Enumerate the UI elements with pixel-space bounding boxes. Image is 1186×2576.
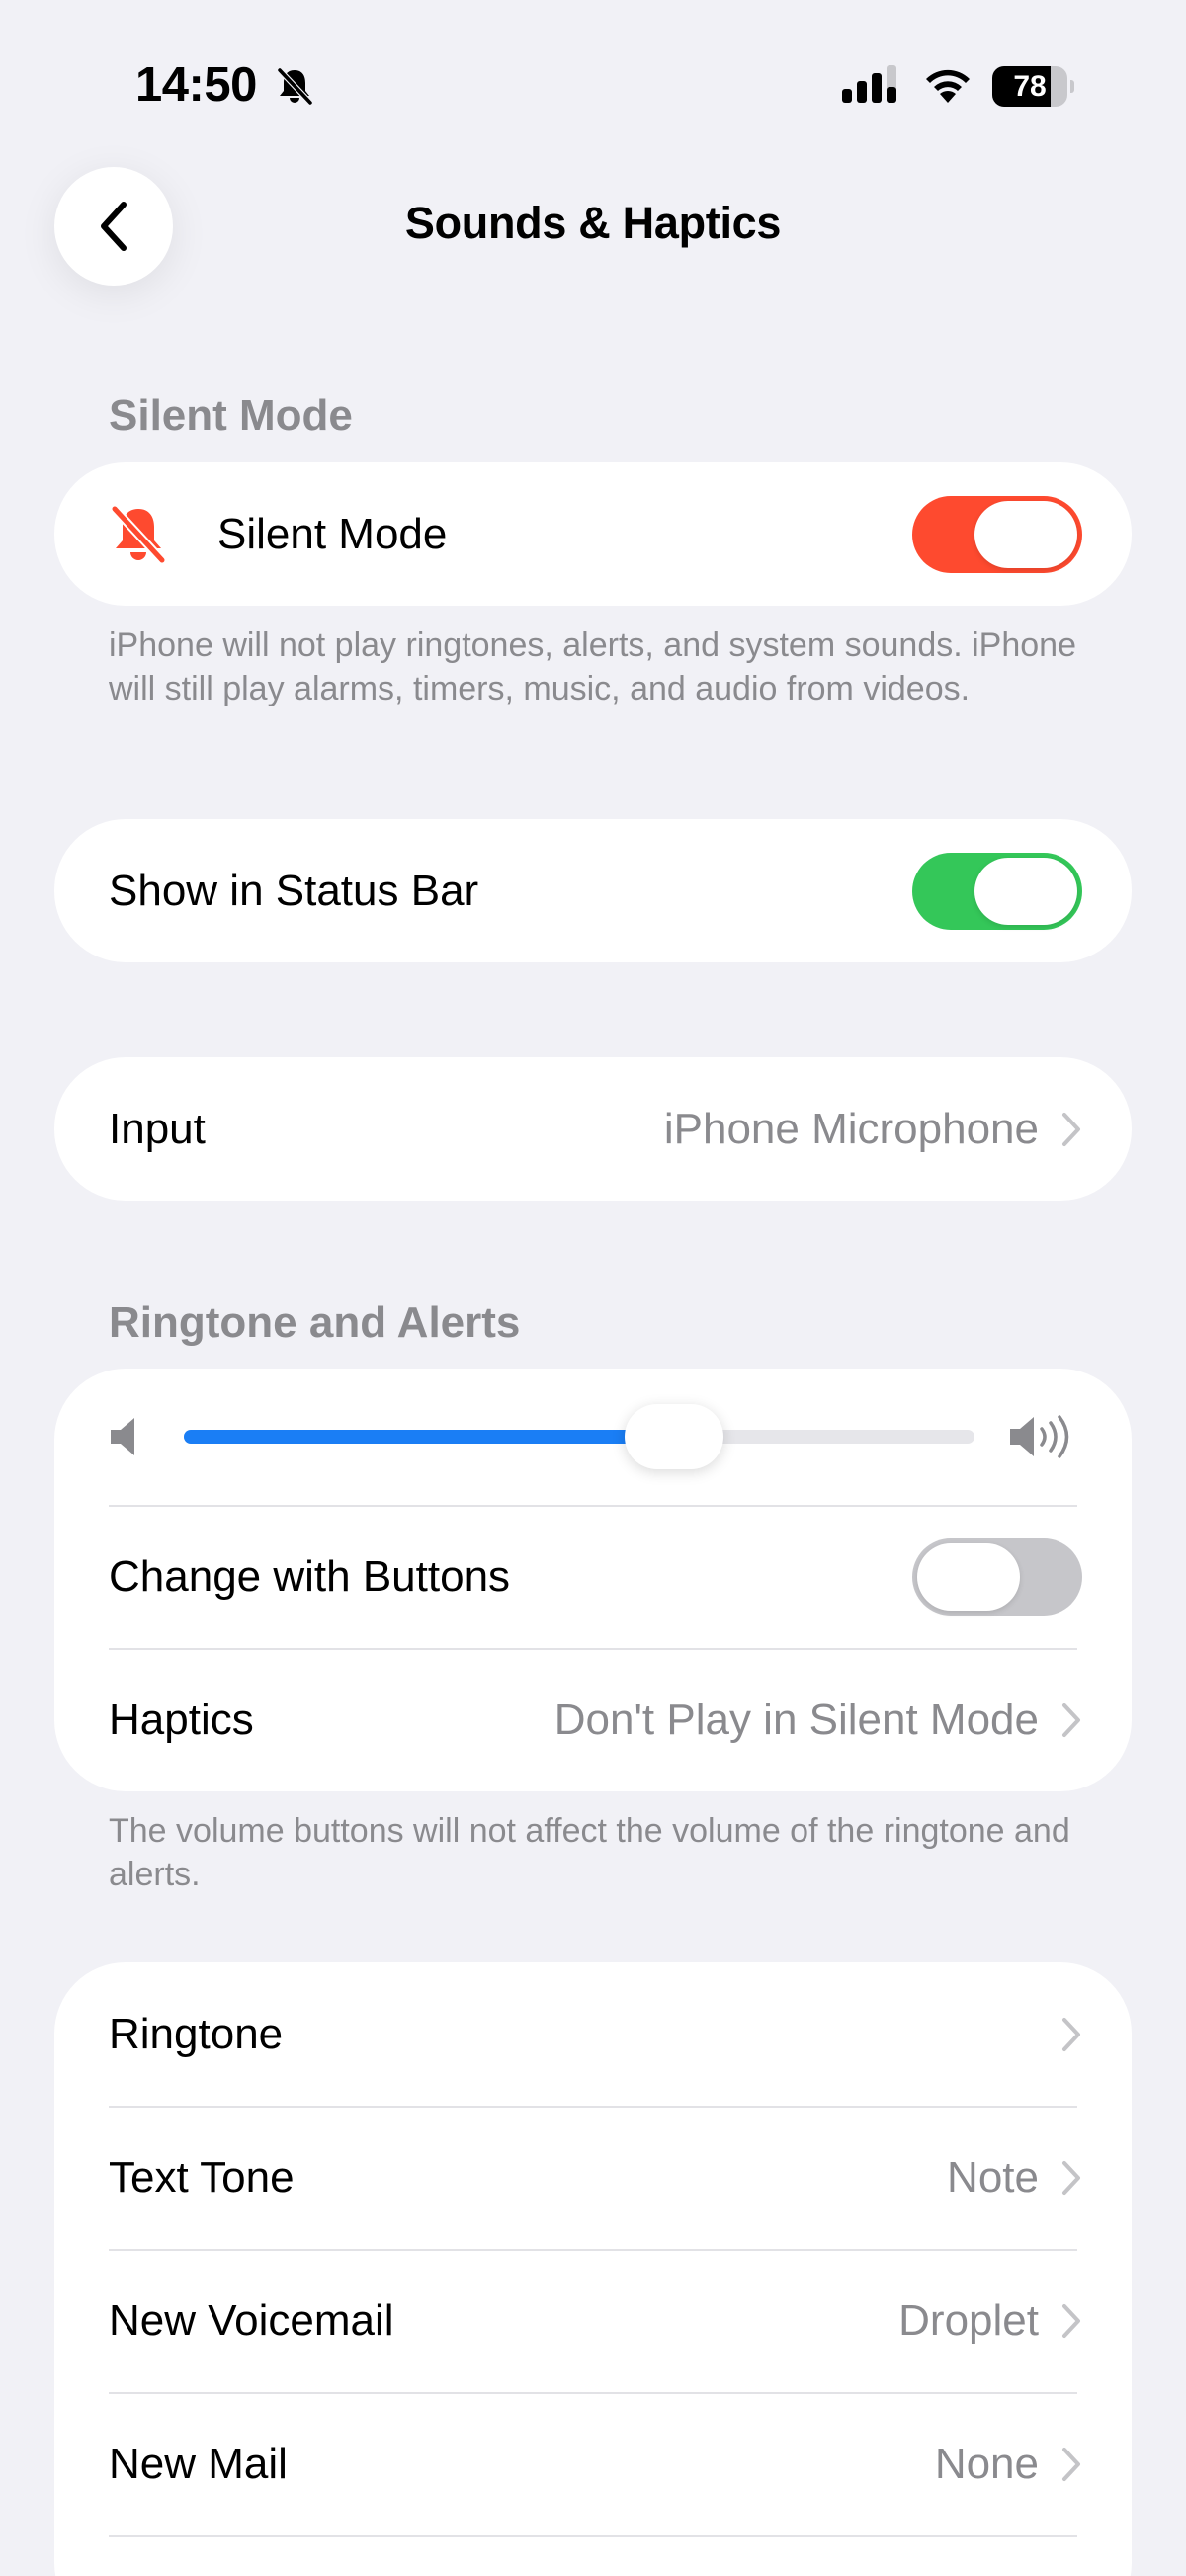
chevron-right-icon: [1062, 2160, 1080, 2195]
battery-percent: 78: [1013, 70, 1047, 103]
back-button[interactable]: [54, 167, 173, 286]
tone-row-new-voicemail[interactable]: New Voicemail Droplet: [54, 2249, 1132, 2392]
change-with-buttons-label: Change with Buttons: [109, 1551, 511, 1601]
volume-buttons-note: The volume buttons will not affect the v…: [109, 1812, 1070, 1893]
tone-value: None: [934, 2439, 1039, 2488]
chevron-right-icon: [1062, 2303, 1080, 2338]
tone-label: New Mail: [109, 2439, 288, 2488]
chevron-right-icon: [1062, 1112, 1080, 1146]
haptics-row[interactable]: Haptics Don't Play in Silent Mode: [54, 1648, 1132, 1791]
tone-label: Ringtone: [109, 2009, 284, 2058]
bell-slash-icon: [111, 505, 166, 563]
tone-label: New Voicemail: [109, 2295, 394, 2345]
battery-tip: [1070, 80, 1074, 93]
volume-slider-row: [54, 1369, 1132, 1505]
change-with-buttons-row: Change with Buttons: [54, 1505, 1132, 1648]
tone-row-new-mail[interactable]: New Mail None: [54, 2392, 1132, 2535]
input-card: Input iPhone Microphone: [54, 1057, 1132, 1201]
silent-mode-note: iPhone will not play ringtones, alerts, …: [109, 626, 1076, 707]
haptics-label: Haptics: [109, 1695, 254, 1744]
tones-card: Ringtone Text Tone Note New Voicemail Dr…: [54, 1962, 1132, 2576]
show-in-status-bar-label: Show in Status Bar: [109, 866, 479, 915]
show-in-status-bar-toggle[interactable]: [912, 852, 1082, 930]
status-time: 14:50: [135, 58, 257, 112]
tone-row-partial: [54, 2535, 1132, 2576]
status-bar: 14:50 78: [0, 0, 1186, 148]
silent-mode-card: Silent Mode: [54, 462, 1132, 606]
volume-slider[interactable]: [184, 1404, 974, 1469]
tone-value: Note: [947, 2152, 1039, 2202]
tone-label: Text Tone: [109, 2152, 295, 2202]
silent-mode-row: Silent Mode: [54, 462, 1132, 606]
wifi-icon: [926, 69, 970, 103]
tone-value: Droplet: [898, 2295, 1039, 2345]
tone-row-text-tone[interactable]: Text Tone Note: [54, 2106, 1132, 2249]
change-with-buttons-toggle[interactable]: [912, 1537, 1082, 1616]
speaker-low-icon: [111, 1418, 134, 1455]
speaker-high-icon: [1010, 1415, 1069, 1458]
page-title: Sounds & Haptics: [404, 198, 782, 248]
haptics-value: Don't Play in Silent Mode: [553, 1695, 1039, 1744]
show-in-status-bar-row: Show in Status Bar: [54, 819, 1132, 962]
chevron-right-icon: [1062, 1703, 1080, 1737]
cellular-signal-icon: [842, 65, 896, 103]
input-row[interactable]: Input iPhone Microphone: [54, 1057, 1132, 1201]
section-header-silent-mode: Silent Mode: [109, 391, 353, 440]
bell-slash-icon: [277, 67, 313, 106]
toggle-knob: [974, 857, 1077, 925]
silent-mode-label: Silent Mode: [217, 509, 448, 558]
toggle-knob: [974, 500, 1077, 568]
chevron-left-icon: [101, 202, 127, 251]
silent-mode-toggle[interactable]: [912, 495, 1082, 573]
volume-slider-fill: [184, 1430, 674, 1444]
input-label: Input: [109, 1104, 206, 1153]
battery-indicator: 78: [992, 66, 1074, 107]
volume-slider-thumb[interactable]: [625, 1404, 723, 1469]
status-bar-card: Show in Status Bar: [54, 819, 1132, 962]
input-value: iPhone Microphone: [663, 1104, 1039, 1153]
ringtone-alerts-card: Change with Buttons Haptics Don't Play i…: [54, 1369, 1132, 1791]
section-header-ringtone-and-alerts: Ringtone and Alerts: [109, 1298, 521, 1347]
toggle-knob: [917, 1542, 1020, 1611]
battery-body: 78: [992, 66, 1067, 107]
settings-screen: 14:50 78 Sounds & Haptics Silent Mode Si…: [0, 0, 1186, 2576]
chevron-right-icon: [1062, 2017, 1080, 2051]
chevron-right-icon: [1062, 2447, 1080, 2481]
tone-row-ringtone[interactable]: Ringtone: [54, 1962, 1132, 2106]
